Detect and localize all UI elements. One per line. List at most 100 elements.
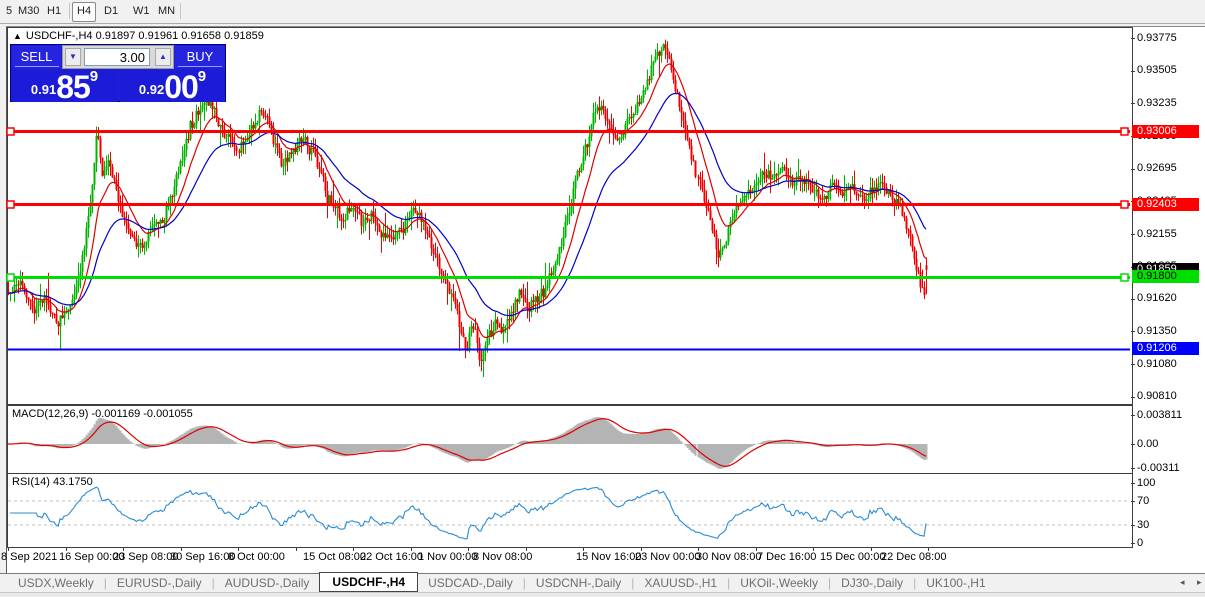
price-tick-label: 0.92695 (1137, 162, 1177, 174)
chart-tab-usdchf-h4[interactable]: USDCHF-,H4 (319, 572, 418, 592)
ask-big-digits: 00 (164, 74, 198, 100)
bid-big-digits: 85 (56, 74, 90, 100)
price-badge-0.91800: 0.91800 (1132, 270, 1199, 283)
line-handle (7, 201, 14, 208)
macd-axis-label: -0.00311 (1137, 462, 1180, 474)
price-tick-mark (1131, 364, 1135, 365)
price-badge-0.92403: 0.92403 (1132, 198, 1199, 211)
macd-axis-label: 0.00 (1137, 438, 1158, 450)
time-tick-mark (641, 547, 642, 551)
chart-symbol-label: USDCHF-,H4 (26, 30, 93, 42)
oneclick-collapse-icon[interactable]: ▲ (13, 31, 22, 41)
chart-tab-eurusd-daily[interactable]: EURUSD-,Daily (107, 575, 212, 591)
chart-tab-ukoil-weekly[interactable]: UKOil-,Weekly (730, 575, 828, 591)
buy-button[interactable]: BUY (175, 46, 225, 68)
price-tick-label: 0.93505 (1137, 64, 1177, 76)
price-tick-mark (1131, 331, 1135, 332)
time-tick-mark (123, 547, 124, 551)
volume-stepper: ▼ ▲ (62, 45, 174, 69)
time-tick-mark (411, 547, 412, 551)
time-tick-label: 23 Nov 00:00 (635, 551, 700, 563)
time-tick-label: 7 Dec 16:00 (757, 551, 816, 563)
rsi-label: RSI(14) 43.1750 (12, 476, 93, 488)
macd-axis-label-tick (1131, 415, 1135, 416)
buy-underline (178, 66, 222, 67)
price-tick-label: 0.93775 (1137, 32, 1177, 44)
ask-prefix: 0.92 (139, 82, 164, 97)
tab-scroll-right-icon[interactable]: ▸ (1197, 577, 1202, 588)
time-tick-mark (238, 547, 239, 551)
bid-pipette: 9 (90, 68, 98, 85)
macd-label: MACD(12,26,9) -0.001169 -0.001055 (12, 408, 193, 420)
volume-up-button[interactable]: ▲ (155, 48, 171, 66)
macd-axis-label-tick (1131, 444, 1135, 445)
price-tick-label: 0.90810 (1137, 390, 1177, 402)
status-strip (0, 592, 1205, 597)
chart-tab-xauusd-h1[interactable]: XAUUSD-,H1 (634, 575, 727, 591)
tab-scroll-left-icon[interactable]: ◂ (1180, 577, 1185, 588)
price-tick-mark (1131, 71, 1135, 72)
time-tick-mark (813, 547, 814, 551)
rsi-axis-label-tick (1131, 525, 1135, 526)
rsi-axis-label-tick (1131, 483, 1135, 484)
price-tick-mark (1131, 38, 1135, 39)
time-tick-mark (756, 547, 757, 551)
chart-tab-audusd-daily[interactable]: AUDUSD-,Daily (215, 575, 320, 591)
macd-axis-label: 0.003811 (1137, 409, 1182, 421)
macd-plot (8, 417, 927, 469)
ask-pipette: 9 (198, 68, 206, 85)
rsi-line (10, 487, 926, 539)
chart-tab-dj30-daily[interactable]: DJ30-,Daily (831, 575, 913, 591)
time-tick-label: 22 Dec 08:00 (881, 551, 946, 563)
volume-input[interactable] (84, 48, 150, 66)
price-tick-mark (1131, 397, 1135, 398)
one-click-trading-panel: SELL ▼ ▲ BUY 0.91 85 9 0.92 00 9 (10, 44, 226, 102)
price-tick-label: 0.93235 (1137, 97, 1177, 109)
time-tick-label: 30 Nov 08:00 (696, 551, 761, 563)
chart-tab-bar: USDX,Weekly|EURUSD-,Daily|AUDUSD-,DailyU… (0, 573, 1205, 592)
time-tick-mark (353, 547, 354, 551)
time-tick-label: 1 Nov 00:00 (418, 551, 477, 563)
time-tick-label: 23 Sep 08:00 (113, 551, 178, 563)
price-tick-mark (1131, 169, 1135, 170)
price-badge-0.93006: 0.93006 (1132, 125, 1199, 138)
time-tick-label: 8 Oct 00:00 (228, 551, 285, 563)
bid-quote[interactable]: 0.91 85 9 (12, 70, 117, 102)
time-tick-mark (296, 547, 297, 551)
rsi-axis-label: 0 (1137, 537, 1143, 549)
price-tick-label: 0.91350 (1137, 325, 1177, 337)
rsi-plot (8, 487, 1130, 539)
rsi-axis-label-tick (1131, 501, 1135, 502)
rsi-axis-label: 30 (1137, 519, 1149, 531)
time-tick-mark (468, 547, 469, 551)
price-tick-label: 0.92155 (1137, 228, 1177, 240)
time-tick-mark (8, 547, 9, 551)
sell-underline (15, 66, 59, 67)
price-tick-label: 0.91620 (1137, 292, 1177, 304)
ask-quote[interactable]: 0.92 00 9 (120, 70, 225, 102)
time-tick-label: 15 Nov 16:00 (576, 551, 641, 563)
volume-down-button[interactable]: ▼ (65, 48, 81, 66)
chart-tab-usdcnh-daily[interactable]: USDCNH-,Daily (526, 575, 631, 591)
macd-axis-label-tick (1131, 468, 1135, 469)
chart-tab-usdcad-daily[interactable]: USDCAD-,Daily (418, 575, 523, 591)
time-tick-label: 15 Oct 08:00 (303, 551, 366, 563)
rsi-axis-label-tick (1131, 543, 1135, 544)
chart-tab-usdx-weekly[interactable]: USDX,Weekly (8, 575, 104, 591)
price-tick-mark (1131, 299, 1135, 300)
price-tick-label: 0.91080 (1137, 358, 1177, 370)
chart-tab-uk100-h1[interactable]: UK100-,H1 (916, 575, 995, 591)
time-tick-label: 8 Sep 2021 (1, 551, 57, 563)
line-handle (1121, 128, 1128, 135)
ma-fast-line (8, 64, 926, 338)
time-tick-mark (181, 547, 182, 551)
bid-prefix: 0.91 (31, 82, 56, 97)
time-tick-mark (871, 547, 872, 551)
line-handle (1121, 274, 1128, 281)
time-tick-mark (928, 547, 929, 551)
time-tick-mark (526, 547, 527, 551)
time-tick-label: 8 Nov 08:00 (473, 551, 532, 563)
chart-title: ▲USDCHF-,H4 0.91897 0.91961 0.91658 0.91… (13, 30, 264, 42)
sell-button[interactable]: SELL (12, 46, 61, 68)
time-tick-label: 30 Sep 16:00 (170, 551, 235, 563)
